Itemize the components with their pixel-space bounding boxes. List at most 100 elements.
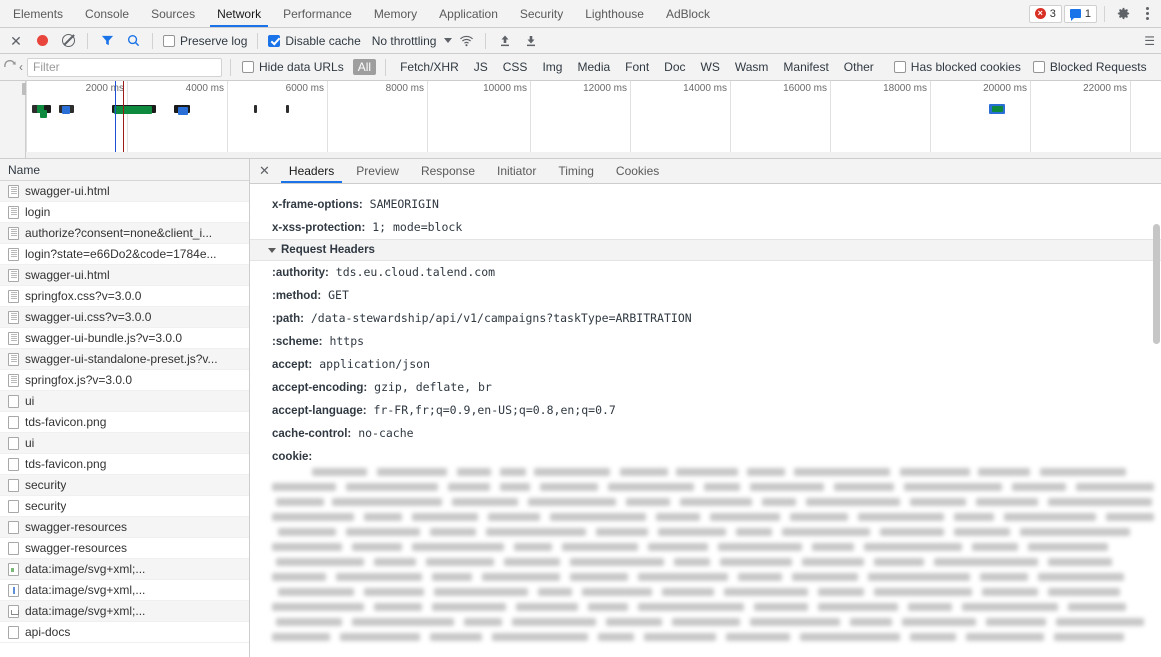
blocked-requests-checkbox[interactable]: Blocked Requests: [1030, 60, 1150, 74]
filter-input[interactable]: [27, 57, 222, 77]
type-filter-css[interactable]: CSS: [498, 59, 533, 75]
tab-label: Memory: [373, 6, 418, 21]
hide-data-urls-checkbox[interactable]: Hide data URLs: [239, 60, 347, 74]
tab-application[interactable]: Application: [428, 0, 509, 27]
request-row[interactable]: swagger-ui.html: [0, 181, 249, 202]
request-row[interactable]: tds-favicon.png: [0, 454, 249, 475]
throttling-select[interactable]: No throttling: [366, 34, 453, 48]
request-row[interactable]: data:image/svg+xml;...: [0, 559, 249, 580]
tab-memory[interactable]: Memory: [363, 0, 428, 27]
type-filter-font[interactable]: Font: [620, 59, 654, 75]
type-filter-ws[interactable]: WS: [696, 59, 725, 75]
request-row[interactable]: ui: [0, 391, 249, 412]
message-counter[interactable]: 1: [1063, 4, 1097, 23]
import-har-button[interactable]: [493, 30, 517, 52]
error-counter[interactable]: × 3: [1028, 4, 1062, 23]
request-row[interactable]: security: [0, 475, 249, 496]
details-tab-initiator[interactable]: Initiator: [486, 159, 547, 183]
message-count: 1: [1084, 7, 1091, 20]
details-tab-timing[interactable]: Timing: [547, 159, 605, 183]
request-name: swagger-ui-bundle.js?v=3.0.0: [25, 331, 183, 345]
details-tab-cookies[interactable]: Cookies: [605, 159, 670, 183]
type-filter-wasm[interactable]: Wasm: [730, 59, 774, 75]
gear-icon[interactable]: [1116, 6, 1131, 21]
request-row[interactable]: swagger-ui-bundle.js?v=3.0.0: [0, 328, 249, 349]
export-har-button[interactable]: [519, 30, 543, 52]
request-row[interactable]: api-docs: [0, 622, 249, 643]
request-name: swagger-ui.html: [25, 184, 110, 198]
clear-button[interactable]: [56, 30, 80, 52]
tab-network[interactable]: Network: [206, 0, 272, 27]
request-row[interactable]: security: [0, 496, 249, 517]
overview-activity-bar: [286, 105, 289, 113]
chevron-left-icon[interactable]: ‹: [19, 60, 23, 74]
request-row[interactable]: login?state=e66Do2&code=1784e...: [0, 244, 249, 265]
overview-tick-label: 2000 ms: [85, 83, 124, 94]
overview-tick-label: 16000 ms: [783, 83, 827, 94]
request-name: data:image/svg+xml;...: [25, 562, 146, 576]
request-row[interactable]: springfox.js?v=3.0.0: [0, 370, 249, 391]
request-row[interactable]: swagger-resources: [0, 517, 249, 538]
network-toolbar: ✕ Preserve log Disable cache No throttli…: [0, 28, 1161, 54]
request-row[interactable]: ui: [0, 433, 249, 454]
request-row[interactable]: tds-favicon.png: [0, 412, 249, 433]
request-row[interactable]: swagger-ui-standalone-preset.js?v...: [0, 349, 249, 370]
type-filter-manifest[interactable]: Manifest: [778, 59, 833, 75]
blank-document-icon: [8, 394, 19, 408]
network-overview-timeline[interactable]: 2000 ms 4000 ms 6000 ms 8000 ms 10000 ms…: [0, 81, 1161, 159]
request-row[interactable]: data:image/svg+xml,...: [0, 580, 249, 601]
checkbox-box: [242, 61, 254, 73]
network-conditions-button[interactable]: [454, 30, 478, 52]
tabbar-spacer: [721, 0, 1029, 27]
search-button[interactable]: [121, 30, 145, 52]
request-row[interactable]: authorize?consent=none&client_i...: [0, 223, 249, 244]
pin-icon[interactable]: ☰: [1144, 34, 1157, 48]
dom-content-loaded-marker: [115, 81, 116, 158]
blank-document-icon: [8, 520, 19, 534]
request-row[interactable]: swagger-resources: [0, 538, 249, 559]
request-row[interactable]: swagger-ui.html: [0, 265, 249, 286]
details-tab-preview[interactable]: Preview: [345, 159, 410, 183]
request-row[interactable]: login: [0, 202, 249, 223]
record-button[interactable]: [30, 30, 54, 52]
filter-toggle-button[interactable]: [95, 30, 119, 52]
request-row[interactable]: springfox.css?v=3.0.0: [0, 286, 249, 307]
headers-content[interactable]: x-frame-options: SAMEORIGIN x-xss-protec…: [250, 184, 1161, 657]
request-list-column-header[interactable]: Name: [0, 159, 249, 181]
request-row[interactable]: data:image/svg+xml;...: [0, 601, 249, 622]
request-name: ui: [25, 394, 35, 408]
type-filter-doc[interactable]: Doc: [659, 59, 690, 75]
request-row[interactable]: swagger-ui.css?v=3.0.0: [0, 307, 249, 328]
tab-sources[interactable]: Sources: [140, 0, 206, 27]
preserve-log-checkbox[interactable]: Preserve log: [160, 34, 250, 48]
throttling-value: No throttling: [371, 33, 437, 48]
close-panel-button[interactable]: ✕: [4, 30, 28, 52]
request-headers-section-header[interactable]: Request Headers: [250, 239, 1161, 261]
tab-label: Security: [519, 6, 564, 21]
tab-performance[interactable]: Performance: [272, 0, 363, 27]
disable-cache-checkbox[interactable]: Disable cache: [265, 34, 363, 48]
tab-lighthouse[interactable]: Lighthouse: [574, 0, 655, 27]
has-blocked-cookies-checkbox[interactable]: Has blocked cookies: [891, 60, 1024, 74]
type-filter-all[interactable]: All: [352, 59, 377, 75]
header-row: :method: GET: [250, 284, 1161, 307]
reload-icon[interactable]: [3, 60, 17, 74]
details-scrollbar[interactable]: [1152, 184, 1161, 657]
tab-security[interactable]: Security: [509, 0, 574, 27]
type-filter-js[interactable]: JS: [469, 59, 493, 75]
request-list-rows[interactable]: swagger-ui.html login authorize?consent=…: [0, 181, 249, 657]
type-filter-other[interactable]: Other: [839, 59, 879, 75]
close-details-button[interactable]: ✕: [250, 159, 278, 183]
tab-elements[interactable]: Elements: [2, 0, 74, 27]
type-filter-fetch-xhr[interactable]: Fetch/XHR: [395, 59, 464, 75]
type-filter-media[interactable]: Media: [572, 59, 615, 75]
more-options-icon[interactable]: [1140, 7, 1154, 20]
tab-console[interactable]: Console: [74, 0, 140, 27]
details-tab-headers[interactable]: Headers: [278, 159, 345, 183]
section-title: Request Headers: [281, 244, 375, 256]
request-name: login?state=e66Do2&code=1784e...: [25, 247, 217, 261]
type-filter-img[interactable]: Img: [537, 59, 567, 75]
details-tab-response[interactable]: Response: [410, 159, 486, 183]
header-row: cache-control: no-cache: [250, 422, 1161, 445]
tab-adblock[interactable]: AdBlock: [655, 0, 721, 27]
